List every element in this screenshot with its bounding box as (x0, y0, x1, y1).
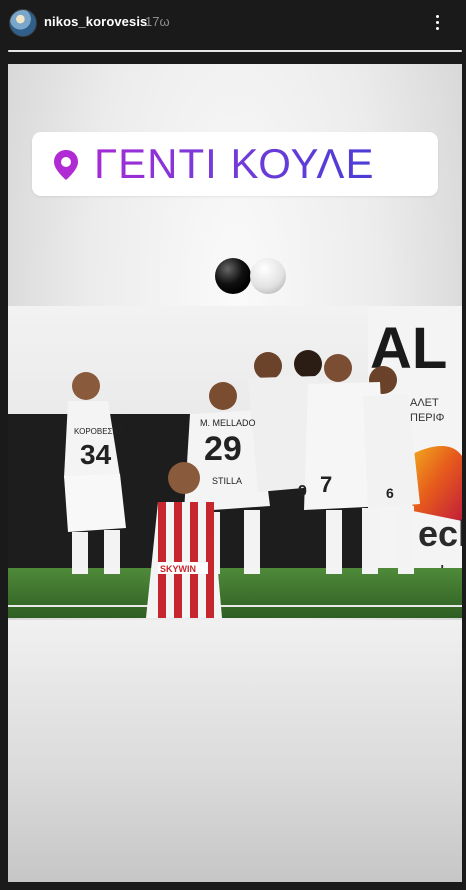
jersey-name-2: M. MELLADO (200, 418, 256, 428)
story-content[interactable]: ΓΕΝΤΙ ΚΟΥΛΕ AL ΑΛΕΤ ΠΕΡΙΦ ec ΚΟΡΟΒΕΣΗΣ 3… (8, 64, 462, 882)
jersey-sponsor: STILLA (212, 476, 242, 486)
jersey-number-3: 9 (298, 483, 307, 500)
post-time: 17ω (145, 14, 170, 29)
location-sticker[interactable]: ΓΕΝΤΙ ΚΟΥΛΕ (32, 132, 438, 196)
black-white-circles-emoji (215, 258, 286, 294)
jersey-number-2: 29 (204, 430, 242, 468)
story-progress-fill (8, 50, 462, 52)
location-text: ΓΕΝΤΙ ΚΟΥΛΕ (94, 140, 375, 187)
story-header: nikos_korovesis 17ω (0, 0, 466, 50)
board-text-4: ech (418, 513, 462, 554)
jersey-number-5: 6 (386, 485, 394, 501)
username[interactable]: nikos_korovesis (44, 14, 147, 29)
board-text-3: ΠΕΡΙΦ (410, 412, 445, 424)
opponent-sponsor: SKYWIN (160, 564, 196, 574)
team-celebration-photo: AL ΑΛΕΤ ΠΕΡΙΦ ech le ΚΟΡΟΒΕΣΗΣ 34 (8, 306, 462, 618)
jersey-number-4: 7 (320, 472, 332, 497)
profile-avatar[interactable] (9, 9, 37, 37)
jersey-number-1: 34 (80, 439, 112, 470)
story-progress-bar (8, 50, 462, 52)
story-lower-background (8, 620, 462, 882)
jersey-name-1: ΚΟΡΟΒΕΣΗΣ (74, 427, 123, 436)
more-options-icon[interactable] (435, 15, 441, 33)
board-text-2: ΑΛΕΤ (410, 397, 439, 409)
location-pin-icon (54, 150, 78, 180)
